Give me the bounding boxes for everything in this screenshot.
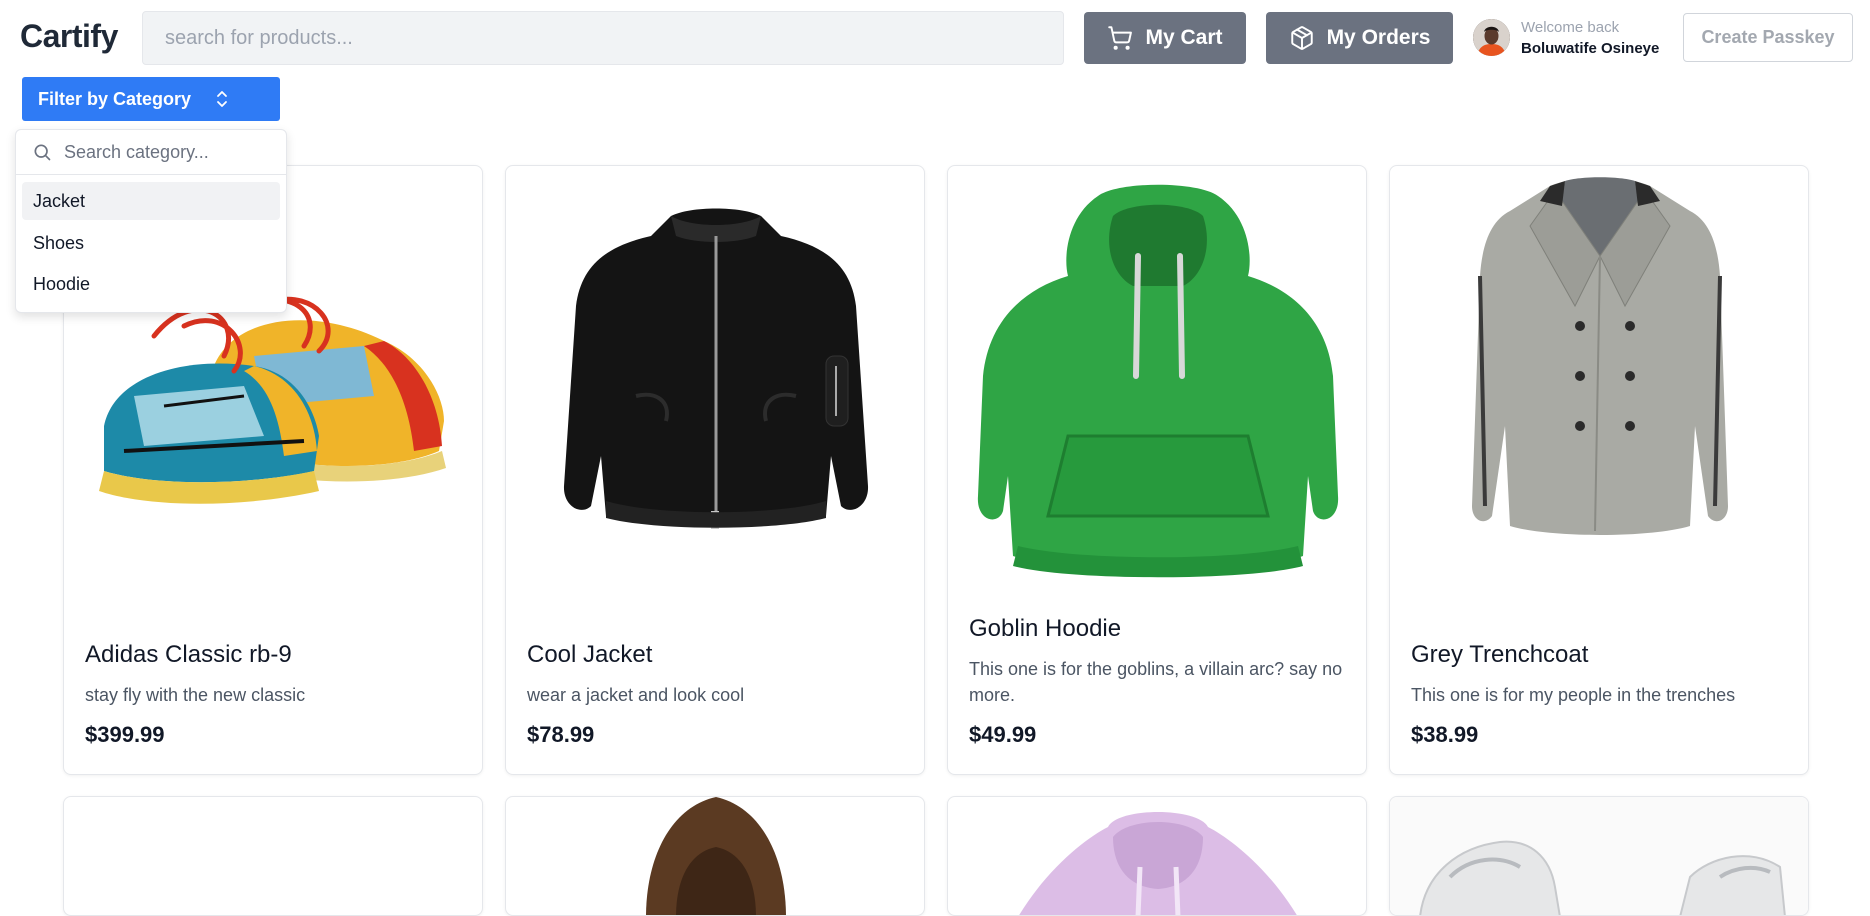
product-card[interactable]: Cool Jacket wear a jacket and look cool … [505, 165, 925, 775]
product-image-trenchcoat [1472, 177, 1728, 535]
product-card[interactable] [947, 796, 1367, 916]
filter-label: Filter by Category [38, 88, 192, 109]
category-option-shoes[interactable]: Shoes [22, 224, 280, 262]
product-price: $399.99 [85, 722, 165, 747]
package-icon [1290, 26, 1313, 50]
category-search [16, 130, 286, 175]
product-image-hoodie [977, 184, 1339, 578]
product-card[interactable]: Grey Trenchcoat This one is for my peopl… [1389, 165, 1809, 775]
my-cart-button[interactable]: My Cart [1084, 12, 1246, 64]
product-image-brown-hoodie [646, 797, 786, 915]
app-logo[interactable]: Cartify [20, 18, 118, 55]
category-option-hoodie[interactable]: Hoodie [22, 265, 280, 303]
my-orders-button[interactable]: My Orders [1266, 12, 1453, 64]
product-card[interactable]: Goblin Hoodie This one is for the goblin… [947, 165, 1367, 775]
product-price: $38.99 [1411, 722, 1479, 747]
product-image-pink-hoodie [1019, 812, 1297, 915]
product-title[interactable]: Adidas Classic rb-9 [85, 641, 292, 669]
welcome-text: Welcome back [1521, 19, 1620, 36]
product-card[interactable] [63, 796, 483, 916]
create-passkey-button[interactable]: Create Passkey [1683, 13, 1853, 62]
user-name: Boluwatife Osineye [1521, 40, 1660, 57]
cart-icon [1108, 26, 1133, 50]
avatar[interactable] [1473, 19, 1510, 56]
product-title[interactable]: Grey Trenchcoat [1411, 641, 1588, 669]
product-description: This one is for the goblins, a villain a… [969, 659, 1343, 705]
search-icon [34, 144, 51, 161]
category-search-input[interactable] [62, 140, 266, 164]
product-card[interactable] [1389, 796, 1809, 916]
product-card[interactable] [505, 796, 925, 916]
chevrons-up-down-icon [217, 91, 227, 107]
product-description: This one is for my people in the trenche… [1411, 685, 1736, 705]
category-option-jacket[interactable]: Jacket [22, 182, 280, 220]
product-image-white-sneakers [1390, 797, 1808, 915]
filter-by-category-button[interactable]: Filter by Category [22, 77, 280, 121]
product-price: $78.99 [527, 722, 595, 747]
category-dropdown: Jacket Shoes Hoodie [15, 129, 287, 313]
product-description: stay fly with the new classic [85, 685, 306, 705]
product-image-jacket [563, 208, 869, 529]
my-cart-label: My Cart [1145, 26, 1223, 49]
product-title[interactable]: Cool Jacket [527, 641, 652, 669]
my-orders-label: My Orders [1326, 26, 1431, 49]
product-description: wear a jacket and look cool [527, 685, 745, 705]
product-title[interactable]: Goblin Hoodie [969, 615, 1121, 643]
search-input[interactable] [142, 11, 1064, 65]
product-price: $49.99 [969, 722, 1037, 747]
